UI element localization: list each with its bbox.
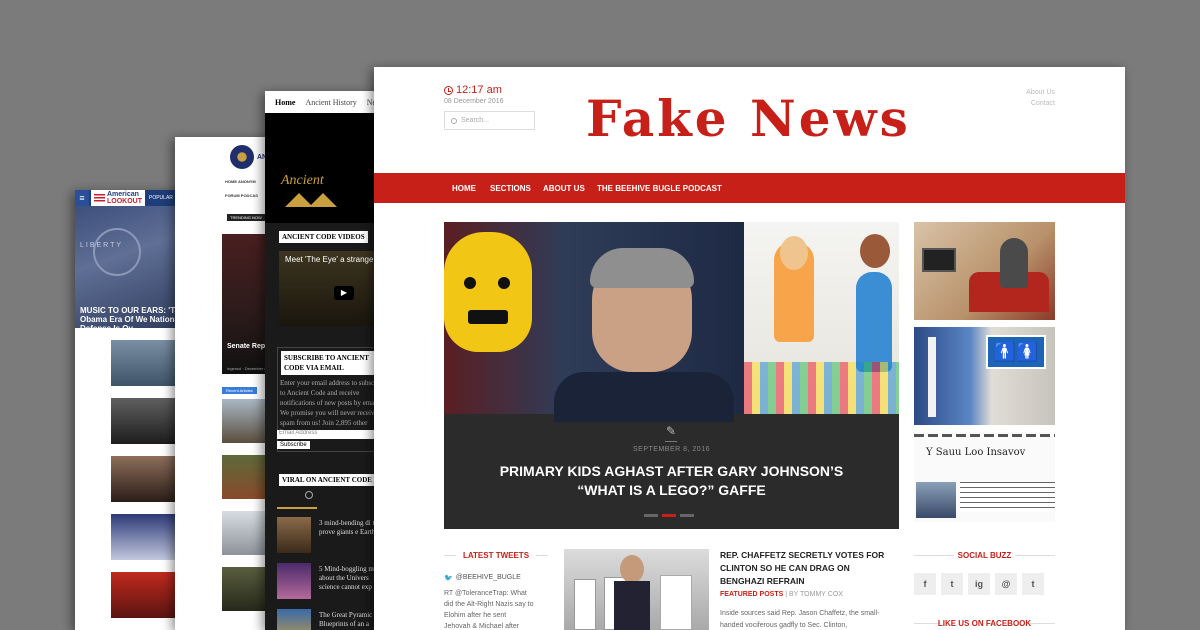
sidebar-thumb[interactable] (914, 222, 1055, 320)
play-icon[interactable]: ▶ (334, 286, 354, 300)
tumblr-icon[interactable]: t (1022, 573, 1044, 595)
logo-line2: LOOKOUT (107, 198, 142, 205)
seal-icon (230, 145, 254, 169)
thumb-image[interactable] (111, 398, 175, 444)
article-meta: FEATURED POSTS | BY TOMMY COX (720, 591, 843, 598)
article-excerpt: Inside sources said Rep. Jason Chaffetz,… (720, 610, 880, 629)
nav-ancient-history[interactable]: Ancient History (305, 98, 356, 107)
search-input[interactable]: Search... (444, 111, 535, 130)
main-menu: HOME SECTIONS ABOUT US THE BEEHIVE BUGLE… (374, 173, 1125, 203)
current-time: 12:17 am (444, 84, 502, 96)
featured-image-left (444, 222, 744, 422)
article-separator: | BY (785, 591, 799, 598)
fake-news-screenshot: 12:17 am 08 December 2016 Search... Fake… (374, 67, 1125, 630)
menu-podcast[interactable]: THE BEEHIVE BUGLE PODCAST (597, 184, 722, 193)
email-icon[interactable]: @ (995, 573, 1017, 595)
sidebar-thumb-newspaper[interactable]: Y Sauu Loo Insavov (914, 432, 1055, 522)
about-us-link[interactable]: About Us (1026, 87, 1055, 98)
pencil-icon: ✎ (665, 424, 677, 438)
american-lookout-logo[interactable]: American LOOKOUT (91, 190, 145, 206)
popular-link[interactable]: POPULAR (149, 195, 173, 201)
article-author[interactable]: TOMMY COX (800, 591, 843, 598)
menu-sections[interactable]: SECTIONS (490, 184, 531, 193)
menu-about-us[interactable]: ABOUT US (543, 184, 585, 193)
featured-headline[interactable]: PRIMARY KIDS AGHAST AFTER GARY JOHNSON’S… (474, 462, 869, 500)
tab-underline (277, 507, 317, 509)
slider-dot[interactable] (644, 514, 658, 517)
ancient-code-logo[interactable]: Ancient (281, 173, 324, 189)
top-links: About Us Contact (1026, 87, 1055, 109)
nav-home[interactable]: Home (275, 98, 295, 107)
divider (665, 441, 677, 442)
featured-slider[interactable]: ✎ SEPTEMBER 8, 2016 PRIMARY KIDS AGHAST … (444, 222, 899, 529)
slider-dot[interactable] (680, 514, 694, 517)
recent-articles-badge: Recent Articles (222, 387, 257, 394)
sidebar-thumb[interactable]: 🚹🚺 (914, 327, 1055, 425)
menu-home[interactable]: HOME (452, 184, 476, 193)
featured-image-right (744, 222, 899, 414)
logo-line1: American (107, 191, 139, 198)
article-title[interactable]: REP. CHAFFETZ SECRETLY VOTES FOR CLINTON… (720, 549, 890, 588)
instagram-icon[interactable]: ig (968, 573, 990, 595)
viral-thumb (277, 517, 311, 553)
flag-icon (94, 193, 105, 203)
lego-figure (444, 232, 532, 352)
video-player[interactable]: Meet 'The Eye' a strange o ▶ (279, 251, 389, 326)
thumb-image[interactable] (111, 572, 175, 618)
viral-label: VIRAL ON ANCIENT CODE (279, 474, 375, 486)
latest-tweets-heading: LATEST TWEETS (462, 551, 530, 560)
subscribe-title: SUBSCRIBE TO ANCIENT CODE VIA EMAIL (281, 351, 387, 375)
facebook-icon[interactable]: f (914, 573, 936, 595)
twitter-handle[interactable]: 🐦 @BEEHIVE_BUGLE (444, 574, 521, 582)
restroom-sign-icon: 🚹🚺 (986, 335, 1046, 369)
viral-thumb (277, 609, 311, 630)
thumb-image[interactable] (111, 340, 175, 386)
article-category[interactable]: FEATURED POSTS (720, 591, 783, 598)
pyramid-icon (309, 193, 337, 207)
time-text: 12:17 am (456, 84, 502, 96)
slider-dot-active[interactable] (662, 514, 676, 517)
social-icons: f t ig @ t (914, 573, 1044, 595)
twitter-icon: 🐦 (444, 575, 453, 582)
nav-row-2[interactable]: FORUM PODCAS (225, 193, 258, 198)
trending-badge: TRENDING NOW (227, 214, 265, 221)
current-date: 08 December 2016 (444, 98, 504, 105)
videos-label: ANCIENT CODE VIDEOS (279, 231, 368, 243)
article-image[interactable] (564, 549, 709, 630)
twitter-icon[interactable]: t (941, 573, 963, 595)
clock-icon (444, 85, 453, 95)
tv-graphic (922, 248, 956, 272)
newspaper-masthead: Y Sauu Loo Insavov (926, 447, 1026, 458)
search-icon (451, 118, 457, 124)
clock-icon (305, 491, 313, 499)
thumb-image[interactable] (111, 514, 175, 560)
search-placeholder: Search... (461, 117, 490, 124)
thumb-image[interactable] (111, 456, 175, 502)
tweet-text: RT @ToleranceTrap: What did the Alt-Righ… (444, 590, 534, 630)
contact-link[interactable]: Contact (1026, 98, 1055, 109)
video-title: Meet 'The Eye' a strange o (285, 255, 381, 264)
slider-dots (644, 514, 694, 517)
featured-date: SEPTEMBER 8, 2016 (633, 446, 710, 453)
viral-thumb (277, 563, 311, 599)
nav-row-1[interactable]: HOME ANONYM (225, 179, 256, 184)
temple-spire (928, 337, 936, 417)
hero-liberty-text: LIBERTY (80, 242, 124, 249)
subscribe-button[interactable]: Subscribe (277, 441, 310, 449)
site-title[interactable]: Fake News (586, 89, 911, 148)
seal-graphic (93, 228, 141, 276)
hamburger-icon[interactable]: ≡ (75, 190, 89, 206)
